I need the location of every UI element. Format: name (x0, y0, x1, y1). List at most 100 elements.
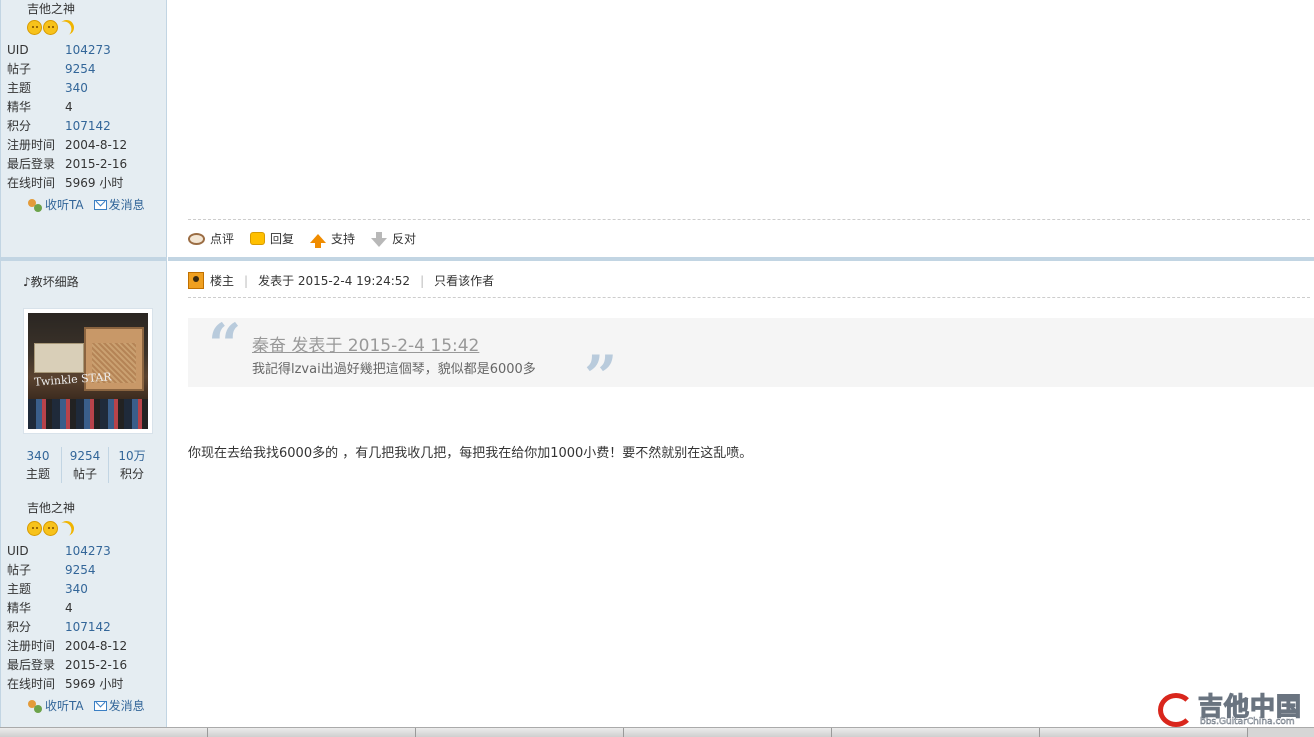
mini-stat-label: 积分 (119, 467, 144, 481)
thread-owner-icon (188, 272, 204, 289)
mini-stat-value: 340 (26, 449, 50, 463)
author-username[interactable]: ♪教坏细路 (23, 273, 79, 290)
avatar-image: Twinkle STAR (28, 313, 148, 429)
site-watermark: 吉他中国 bbs.GuitarChina.com (1158, 689, 1308, 729)
send-message-button[interactable]: 发消息 (93, 196, 145, 213)
stat-row-points: 积分 107142 (7, 117, 157, 136)
rank-stars (27, 20, 74, 35)
moon-icon (56, 17, 76, 37)
stat-value-registered: 2004-8-12 (65, 639, 128, 653)
stat-row-last-login: 最后登录 2015-2-16 (7, 155, 157, 174)
rank-title: 吉他之神 (27, 2, 76, 16)
follow-label: 收听TA (45, 699, 84, 713)
stat-row-points: 积分 107142 (7, 618, 157, 637)
taskbar-slot[interactable] (208, 728, 416, 737)
stat-row-posts: 帖子 9254 (7, 561, 157, 580)
mini-stat-label: 帖子 (72, 467, 97, 481)
stat-value-threads[interactable]: 340 (65, 79, 88, 98)
stat-label: 最后登录 (7, 157, 56, 171)
avatar[interactable]: Twinkle STAR (23, 308, 153, 434)
mail-icon (93, 199, 107, 210)
stat-label: 在线时间 (7, 677, 56, 691)
stat-label: 帖子 (7, 62, 32, 76)
comment-button[interactable]: 点评 (188, 230, 234, 247)
meta-separator (188, 297, 1310, 298)
post-toolbar: 点评 回复 支持 反对 (188, 230, 416, 248)
stat-label: 主题 (7, 81, 32, 95)
reply-button[interactable]: 回复 (250, 230, 294, 247)
oppose-button[interactable]: 反对 (371, 230, 416, 247)
stat-label: 注册时间 (7, 138, 56, 152)
quote-body: 我記得lzvai出過好幾把這個琴，貌似都是6000多 (252, 362, 536, 377)
post-content-area: 点评 回复 支持 反对 楼主 | 发表于 2015-2-4 19:24:52 |… (168, 0, 1314, 737)
mini-stat-value: 10万 (118, 449, 146, 463)
sun-icon (43, 20, 58, 35)
moon-icon (56, 518, 76, 538)
window-taskbar (0, 727, 1314, 737)
post-divider (1, 257, 166, 261)
taskbar-slot[interactable] (1040, 728, 1248, 737)
stat-value-posts[interactable]: 9254 (65, 60, 96, 79)
stat-value-online-time: 5969 小时 (65, 176, 124, 190)
follow-icon (27, 699, 43, 713)
stat-value-points[interactable]: 107142 (65, 117, 111, 136)
stat-label: 最后登录 (7, 658, 56, 672)
stat-label: 精华 (7, 100, 32, 114)
quote-header-link[interactable]: 秦奋 发表于 2015-2-4 15:42 (252, 331, 479, 356)
stat-label: 积分 (7, 620, 32, 634)
comment-label: 点评 (210, 232, 235, 246)
send-message-label: 发消息 (108, 699, 145, 713)
follow-button[interactable]: 收听TA (27, 697, 84, 714)
avatar-pedalboard (28, 399, 148, 429)
separator: | (244, 273, 249, 288)
stat-value-threads[interactable]: 340 (65, 580, 88, 599)
follow-label: 收听TA (45, 198, 84, 212)
rank-title: 吉他之神 (27, 501, 76, 515)
stat-label: 精华 (7, 601, 32, 615)
taskbar-slot[interactable] (832, 728, 1040, 737)
author-mini-stats: 340 主题 9254 帖子 10万 积分 (15, 447, 155, 483)
post-body: 你现在去给我找6000多的 ，有几把我收几把，每把我在给你加1000小费！要不然… (188, 446, 753, 461)
mini-stat-points[interactable]: 10万 积分 (109, 447, 155, 483)
arrow-down-icon (371, 232, 388, 247)
post-meta: 楼主 | 发表于 2015-2-4 19:24:52 | 只看该作者 (188, 272, 494, 289)
stat-label: 帖子 (7, 563, 32, 577)
rank-stars (27, 521, 74, 536)
support-button[interactable]: 支持 (310, 230, 355, 248)
send-message-label: 发消息 (108, 198, 145, 212)
sun-icon (27, 20, 42, 35)
stat-row-threads: 主题 340 (7, 79, 157, 98)
stat-row-uid: UID 104273 (7, 542, 157, 561)
stat-value-online-time: 5969 小时 (65, 677, 124, 691)
oppose-label: 反对 (392, 232, 417, 246)
stat-label: UID (7, 43, 29, 57)
stat-value-posts[interactable]: 9254 (65, 561, 96, 580)
stat-label: 在线时间 (7, 176, 56, 190)
stat-label: 注册时间 (7, 639, 56, 653)
stat-value-uid[interactable]: 104273 (65, 41, 111, 60)
stat-value-points[interactable]: 107142 (65, 618, 111, 637)
taskbar-slot[interactable] (624, 728, 832, 737)
taskbar-slot[interactable] (0, 728, 208, 737)
open-quote-icon: “ (208, 311, 242, 379)
follow-button[interactable]: 收听TA (27, 196, 84, 213)
stat-row-digest: 精华 4 (7, 599, 157, 618)
sun-icon (43, 521, 58, 536)
stat-row-posts: 帖子 9254 (7, 60, 157, 79)
stat-value-registered: 2004-8-12 (65, 138, 128, 152)
taskbar-slot[interactable] (416, 728, 624, 737)
stat-value-digest: 4 (65, 100, 73, 114)
author-stats: UID 104273 帖子 9254 主题 340 精华 4 积分 107142… (7, 542, 157, 694)
watermark-url: bbs.GuitarChina.com (1200, 717, 1295, 728)
stat-label: 积分 (7, 119, 32, 133)
mini-stat-threads[interactable]: 340 主题 (15, 447, 62, 483)
send-message-button[interactable]: 发消息 (93, 697, 145, 714)
author-stats: UID 104273 帖子 9254 主题 340 精华 4 积分 107142… (7, 41, 157, 193)
stat-row-threads: 主题 340 (7, 580, 157, 599)
stat-label: UID (7, 544, 29, 558)
mini-stat-posts[interactable]: 9254 帖子 (62, 447, 109, 483)
mini-stat-label: 主题 (25, 467, 50, 481)
only-author-link[interactable]: 只看该作者 (434, 272, 494, 289)
stat-value-uid[interactable]: 104273 (65, 542, 111, 561)
close-quote-icon: ” (584, 343, 618, 411)
